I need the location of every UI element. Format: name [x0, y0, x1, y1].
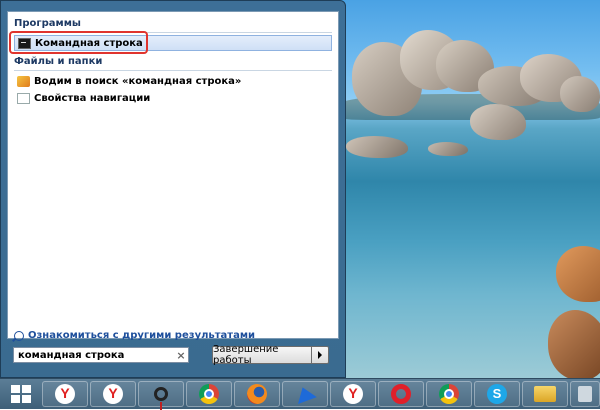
red-highlight-annotation	[9, 31, 148, 54]
taskbar-file-explorer[interactable]	[522, 381, 568, 407]
shutdown-button[interactable]: Завершение работы	[212, 344, 312, 366]
search-icon	[14, 330, 24, 341]
rock	[346, 136, 408, 158]
search-input-value: командная строка	[18, 349, 125, 361]
yandex-browser-icon	[343, 384, 363, 404]
taskbar	[0, 378, 600, 410]
windows-logo-icon	[11, 385, 31, 403]
bird-app-icon	[293, 384, 317, 404]
pin-marker-icon	[154, 387, 168, 410]
rock	[470, 104, 526, 140]
taskbar-firefox[interactable]	[234, 381, 280, 407]
start-button[interactable]	[4, 382, 38, 406]
rock	[548, 310, 600, 378]
shutdown-options-button[interactable]	[312, 346, 329, 364]
search-results-pane: Программы Командная строка Файлы и папки…	[7, 11, 339, 341]
search-document-icon	[17, 75, 30, 87]
taskbar-more-item[interactable]	[570, 381, 600, 407]
chevron-right-icon	[318, 351, 322, 359]
taskbar-chrome[interactable]	[426, 381, 472, 407]
yandex-browser-icon	[103, 384, 123, 404]
see-more-results-label: Ознакомиться с другими результатами	[28, 330, 255, 341]
folder-icon	[534, 386, 556, 402]
taskbar-chrome[interactable]	[186, 381, 232, 407]
start-search-input[interactable]: командная строка ×	[13, 347, 189, 363]
result-item-search-query[interactable]: Водим в поиск «командная строка»	[14, 73, 332, 89]
taskbar-skype[interactable]	[474, 381, 520, 407]
yandex-browser-icon	[55, 384, 75, 404]
skype-icon	[487, 384, 507, 404]
files-section-header: Файлы и папки	[14, 56, 103, 67]
section-divider	[14, 70, 332, 71]
taskbar-yandex-browser[interactable]	[330, 381, 376, 407]
opera-icon	[391, 384, 411, 404]
result-item-navigation-properties[interactable]: Свойства навигации	[14, 90, 332, 106]
taskbar-yandex-browser[interactable]	[90, 381, 136, 407]
result-item-label: Свойства навигации	[34, 92, 151, 104]
taskbar-bird-app[interactable]	[282, 381, 328, 407]
rock	[560, 76, 600, 112]
taskbar-yandex-browser[interactable]	[42, 381, 88, 407]
taskbar-opera[interactable]	[378, 381, 424, 407]
clear-search-icon[interactable]: ×	[174, 349, 188, 362]
rock	[556, 246, 600, 302]
programs-section-header: Программы	[14, 18, 81, 29]
firefox-icon	[247, 384, 267, 404]
chrome-icon	[199, 384, 219, 404]
start-menu: Программы Командная строка Файлы и папки…	[0, 0, 346, 378]
result-item-label: Водим в поиск «командная строка»	[34, 75, 242, 87]
app-icon	[578, 386, 592, 402]
document-icon	[17, 92, 30, 104]
see-more-results-link[interactable]: Ознакомиться с другими результатами	[14, 330, 255, 341]
taskbar-pin-app[interactable]	[138, 381, 184, 410]
rock	[428, 142, 468, 156]
chrome-icon	[439, 384, 459, 404]
